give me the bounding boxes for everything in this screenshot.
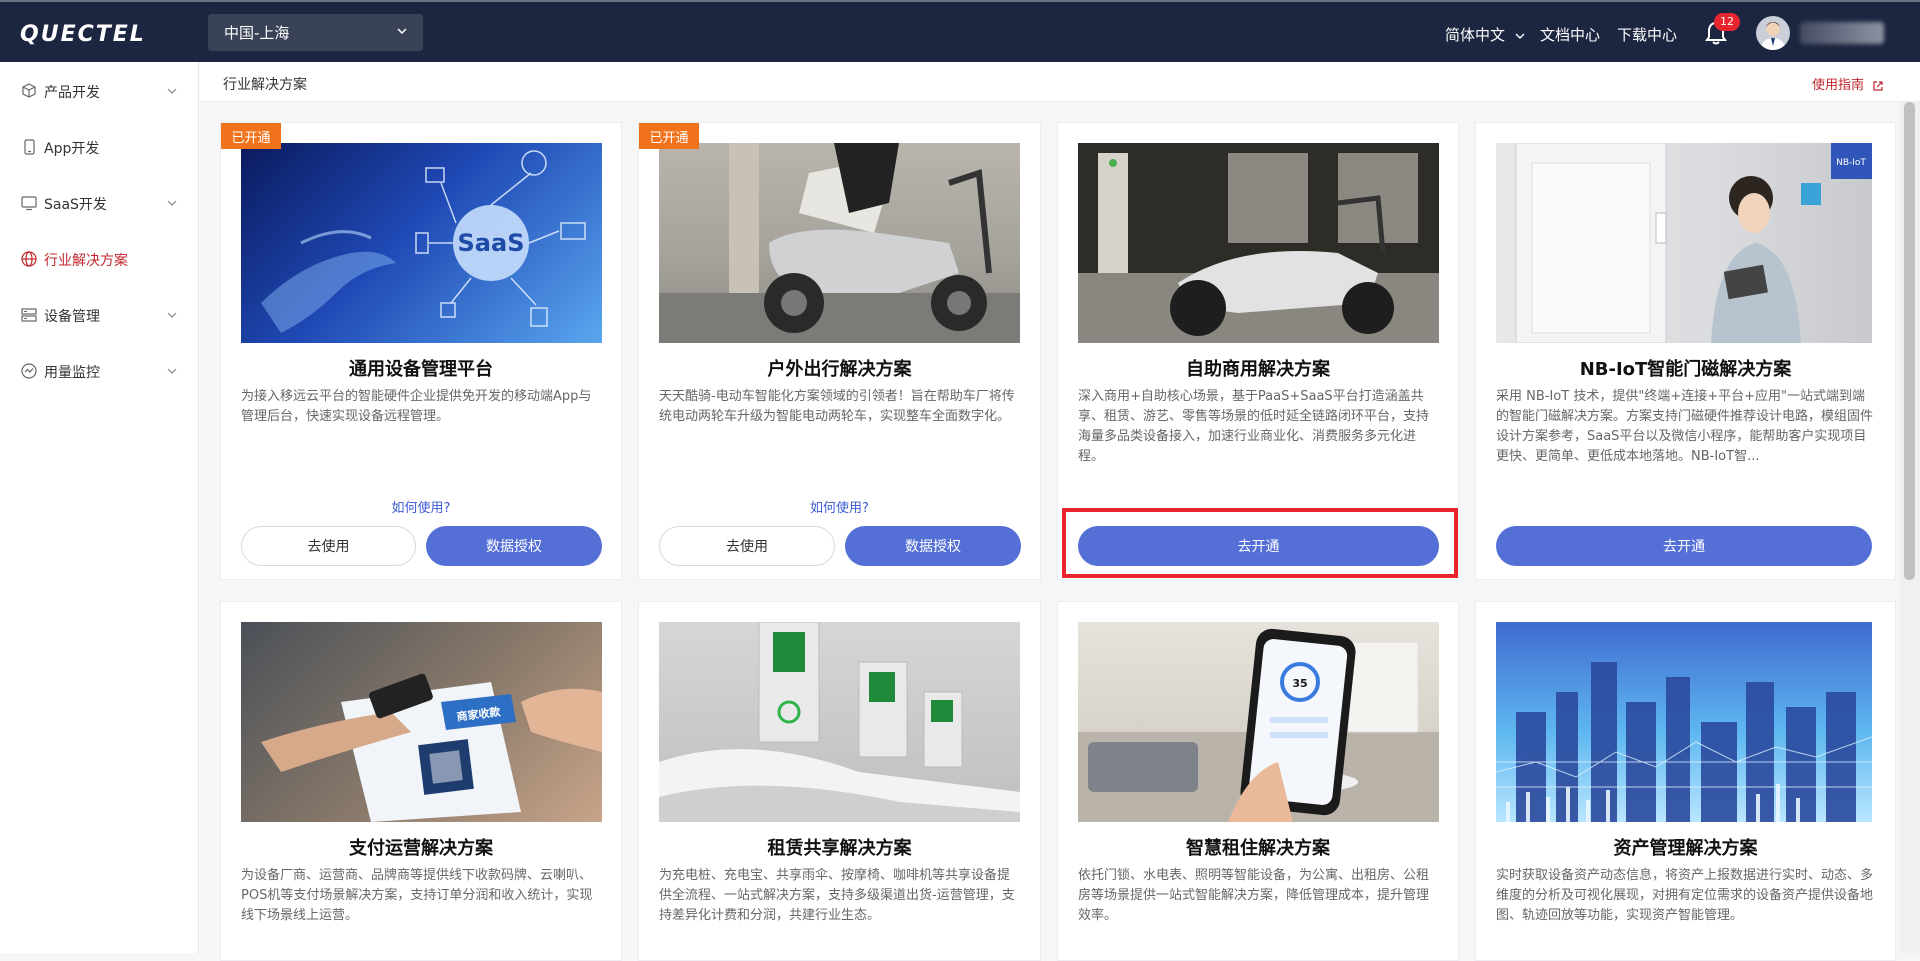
sidebar-item-label: 设备管理 [44,309,100,325]
usage-guide-label: 使用指南 [1812,78,1865,93]
card-title: 资产管理解决方案 [1613,838,1758,859]
card-title: 通用设备管理平台 [349,359,493,380]
sidebar-item-product-dev[interactable]: 产品开发 [0,73,199,109]
status-tag-activated: 已开通 [639,123,699,149]
monitor-icon [21,196,37,211]
how-to-use-link[interactable]: 如何使用? [639,497,1040,516]
saas-network-illustration: SaaS [261,150,586,333]
server-icon [21,308,37,322]
card-description: 为接入移远云平台的智能硬件企业提供免开发的移动端App与管理后台，快速实现设备远… [241,389,592,424]
solution-card-outdoor-mobility: 已开通 户外出行解决方案 天天酷骑-电动车智能化方案领域的引领者！旨在帮助车厂将… [638,122,1041,580]
top-header: QUECTEL 中国-上海 简体中文 文档中心 下载中心 12 [0,0,1920,62]
smart-home-phone-photo: 35 [1078,628,1439,822]
username-blurred [1800,22,1884,44]
svg-text:NB-IoT: NB-IoT [1836,158,1866,168]
quectel-logo[interactable]: QUECTEL [20,20,188,46]
solution-card-smart-living: 35 智慧租住解决方案 依托门锁、水电表、照明等智能设备，为公寓、出租房、公租房… [1057,601,1459,961]
card-image [659,143,1020,343]
sidebar-item-industry-solutions[interactable]: 行业解决方案 [0,241,199,277]
card-image: 35 [1078,622,1439,822]
sidebar: 产品开发 App开发 SaaS开发 行业解决方案 设备管理 用量监控 [0,62,199,953]
chevron-down-icon [167,312,177,318]
card-description: 为充电桩、充电宝、共享雨伞、按摩椅、咖啡机等共享设备提供全流程、一站式解决方案，… [659,868,1015,923]
how-to-use-link[interactable]: 如何使用? [221,497,621,516]
card-description: 为设备厂商、运营商、品牌商等提供线下收款码牌、云喇叭、POS机等支付场景解决方案… [241,868,593,923]
scooter-charging-photo [1078,143,1439,343]
sidebar-item-app-dev[interactable]: App开发 [0,129,199,165]
sidebar-item-label: 行业解决方案 [44,253,128,269]
chevron-down-icon [167,88,177,94]
card-description: 采用 NB-IoT 技术，提供"终端+连接+平台+应用"一站式端到端的智能门磁解… [1496,389,1874,464]
card-image: NB-IoT [1496,143,1872,343]
card-image: SaaS [241,143,602,343]
globe-icon [21,251,37,267]
card-image [659,622,1020,822]
card-image: 商家收款 [241,622,602,822]
notification-badge: 12 [1714,13,1740,31]
sidebar-item-device-mgmt[interactable]: 设备管理 [0,297,199,333]
ev-charger-photo [659,622,1020,822]
chevron-down-icon [167,368,177,374]
use-button[interactable]: 去使用 [241,526,416,566]
sidebar-item-label: SaaS开发 [44,197,107,213]
card-description: 依托门锁、水电表、照明等智能设备，为公寓、出租房、公租房等场景提供一站式智能解决… [1078,868,1430,923]
card-title: NB-IoT智能门磁解决方案 [1579,359,1792,380]
card-description: 深入商用+自助核心场景，基于PaaS+SaaS平台打造涵盖共享、租赁、游艺、零售… [1078,389,1430,464]
solution-card-payment: 商家收款 支付运营解决方案 为设备厂商、运营商、品牌商等提供线下收款码牌、云喇叭… [220,601,622,961]
chevron-down-icon [1515,33,1525,39]
region-value: 中国-上海 [224,24,290,42]
chevron-down-icon [167,200,177,206]
solution-card-rental-sharing: 租赁共享解决方案 为充电桩、充电宝、共享雨伞、按摩椅、咖啡机等共享设备提供全流程… [638,601,1041,961]
card-title: 支付运营解决方案 [349,838,493,859]
card-title: 租赁共享解决方案 [767,838,912,859]
card-image [1496,622,1872,822]
sidebar-item-label: 用量监控 [44,365,100,381]
card-title: 自助商用解决方案 [1186,359,1330,380]
download-center-link[interactable]: 下载中心 [1617,24,1677,45]
sidebar-item-label: 产品开发 [44,85,100,101]
city-data-visualization [1496,662,1872,822]
card-title: 户外出行解决方案 [767,359,912,380]
sidebar-item-saas-dev[interactable]: SaaS开发 [0,185,199,221]
page-scrollbar[interactable] [1900,102,1920,953]
language-switch[interactable]: 简体中文 [1445,24,1526,45]
highlight-box [1062,508,1458,578]
region-select[interactable]: 中国-上海 [208,14,423,51]
solution-card-asset-mgmt: 资产管理解决方案 实时获取设备资产动态信息，将资产上报数据进行实时、动态、多维度… [1475,601,1896,961]
card-description: 实时获取设备资产动态信息，将资产上报数据进行实时、动态、多维度的分析及可视化展现… [1496,868,1874,923]
chevron-down-icon [397,28,407,35]
phone-icon [24,139,35,155]
electric-scooter-photo [659,143,1020,343]
breadcrumb: 行业解决方案 [223,77,307,93]
sidebar-item-label: App开发 [44,141,100,157]
svg-text:35: 35 [1292,677,1307,690]
qr-payment-photo: 商家收款 [261,673,602,822]
scroll-thumb[interactable] [1904,102,1915,580]
language-label: 简体中文 [1445,26,1506,44]
card-image [1078,143,1439,343]
sidebar-item-usage-monitor[interactable]: 用量监控 [0,353,199,389]
cube-icon [22,83,36,98]
use-button[interactable]: 去使用 [659,526,835,566]
docs-center-link[interactable]: 文档中心 [1540,24,1600,45]
svg-text:SaaS: SaaS [458,229,525,257]
solution-card-nbiot-door-sensor: NB-IoT NB-IoT智能门磁解决方案 采用 NB-IoT 技术，提供"终端… [1475,122,1896,580]
data-authorize-button[interactable]: 数据授权 [845,526,1021,566]
door-sensor-photo: NB-IoT [1515,143,1872,343]
content-topbar: 行业解决方案 使用指南 [200,62,1920,102]
card-description: 天天酷骑-电动车智能化方案领域的引领者！旨在帮助车厂将传统电动两轮车升级为智能电… [659,389,1015,424]
card-title: 智慧租住解决方案 [1186,838,1330,859]
avatar[interactable] [1756,16,1790,50]
gauge-icon [21,363,37,379]
user-icon [1760,22,1786,50]
solution-card-device-mgmt: SaaS 已开通 通用设备管理平台 为接入移远云平台的智能硬件企业提供免开发的移… [220,122,622,580]
status-tag-activated: 已开通 [221,123,281,149]
external-link-icon [1873,80,1883,91]
svg-text:QUECTEL: QUECTEL [20,22,146,46]
activate-button[interactable]: 去开通 [1496,526,1872,566]
data-authorize-button[interactable]: 数据授权 [426,526,602,566]
usage-guide-link[interactable]: 使用指南 [1812,74,1884,93]
